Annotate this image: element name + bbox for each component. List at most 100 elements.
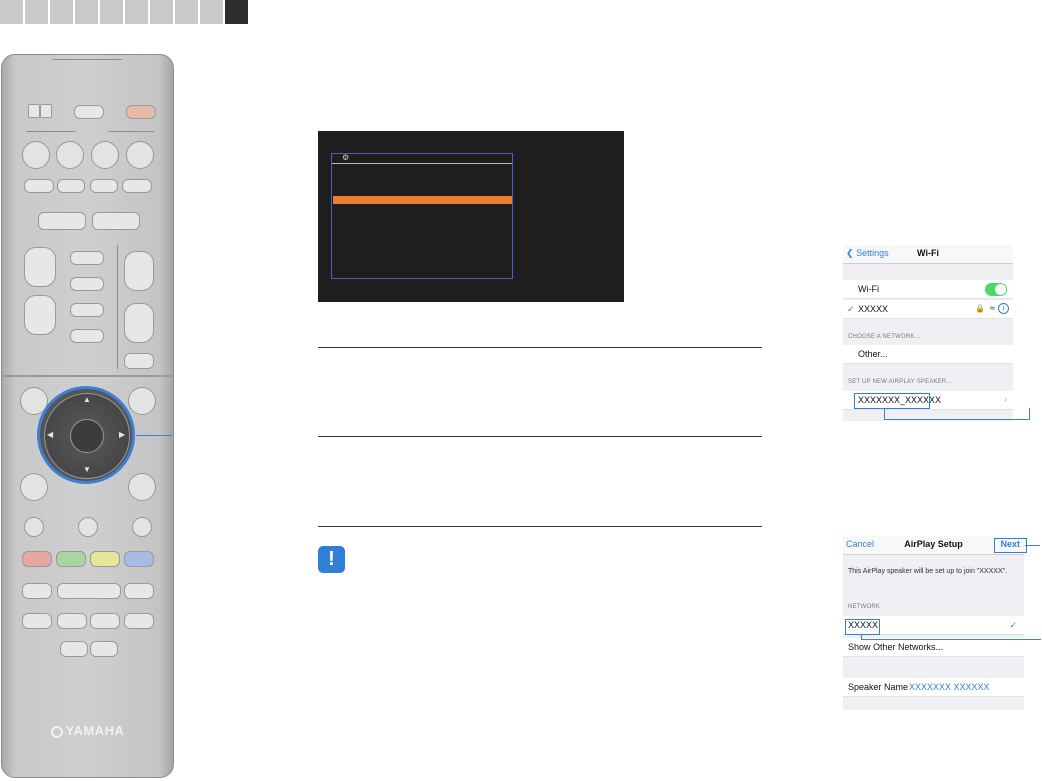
tv-screen: ⚙ xyxy=(318,131,624,302)
right-arrow-button[interactable] xyxy=(92,212,140,230)
play-button[interactable] xyxy=(57,583,121,599)
choose-network-header: CHOOSE A NETWORK... xyxy=(848,334,921,340)
lock-icon: 🔒 xyxy=(975,304,985,313)
info-icon[interactable]: i xyxy=(998,303,1009,314)
chapter-tab xyxy=(200,0,223,24)
step-separator xyxy=(318,347,762,348)
rewind-button[interactable] xyxy=(22,613,52,629)
input-button[interactable] xyxy=(126,141,154,169)
other-network-row[interactable]: Other... xyxy=(843,345,1013,364)
remote-label-line xyxy=(108,131,154,132)
mode-button[interactable] xyxy=(70,329,104,343)
skip-forward-button[interactable] xyxy=(124,583,154,599)
remote-section-divider xyxy=(2,375,173,377)
callout-line xyxy=(861,639,1041,640)
mute-button[interactable] xyxy=(124,353,154,369)
speaker-name-label: Speaker Name xyxy=(848,682,909,692)
page-next-button[interactable] xyxy=(90,641,118,657)
pause-button[interactable] xyxy=(90,613,120,629)
show-other-networks-row[interactable]: Show Other Networks... xyxy=(843,638,1024,657)
checkmark-icon: ✓ xyxy=(847,304,855,314)
skip-back-button[interactable] xyxy=(22,583,52,599)
channel-up-button[interactable] xyxy=(24,247,56,287)
chapter-tab xyxy=(125,0,148,24)
enter-button[interactable] xyxy=(70,419,104,453)
chapter-tab xyxy=(150,0,173,24)
chevron-right-icon: › xyxy=(1004,394,1007,404)
left-arrow-button[interactable] xyxy=(38,212,86,230)
blue-button[interactable] xyxy=(124,551,154,567)
checkmark-icon: ✓ xyxy=(1009,620,1017,630)
chapter-tab xyxy=(0,0,23,24)
input-button[interactable] xyxy=(91,141,119,169)
remote-label-line xyxy=(26,131,76,132)
wifi-toggle-row: Wi-Fi xyxy=(843,280,1013,299)
wifi-toggle[interactable] xyxy=(985,283,1007,296)
cursor-right-icon[interactable]: ▶ xyxy=(119,431,125,439)
remote-switch[interactable] xyxy=(40,104,52,118)
callout-line xyxy=(884,419,1030,420)
input-button[interactable] xyxy=(56,141,84,169)
callout-line xyxy=(136,435,172,436)
brand-name: YAMAHA xyxy=(65,723,125,738)
function-button[interactable] xyxy=(24,517,44,537)
cursor-up-icon[interactable]: ▲ xyxy=(83,396,91,404)
function-button[interactable] xyxy=(132,517,152,537)
page-prev-button[interactable] xyxy=(60,641,88,657)
mode-button[interactable] xyxy=(70,251,104,265)
yellow-button[interactable] xyxy=(90,551,120,567)
chapter-tab-active xyxy=(225,0,248,24)
scene-button[interactable] xyxy=(122,179,152,193)
chapter-tab xyxy=(25,0,48,24)
chapter-tab xyxy=(175,0,198,24)
wifi-navbar: ❮ Settings Wi-Fi xyxy=(843,245,1013,264)
mode-button[interactable] xyxy=(70,277,104,291)
return-button[interactable] xyxy=(20,473,48,501)
network-icon: ⚙ xyxy=(342,153,350,162)
display-button[interactable] xyxy=(128,473,156,501)
wifi-signal-icon: ≈ xyxy=(990,303,995,313)
power-button[interactable] xyxy=(126,105,156,119)
option-button[interactable] xyxy=(128,387,156,415)
scene-button[interactable] xyxy=(57,179,85,193)
fast-forward-button[interactable] xyxy=(124,613,154,629)
connected-network-row[interactable]: ✓ XXXXX 🔒 ≈ i xyxy=(843,300,1013,319)
network-highlight xyxy=(845,619,880,635)
speaker-name-value[interactable]: XXXXXXX XXXXXX xyxy=(909,682,990,692)
chapter-tab xyxy=(50,0,73,24)
step-separator xyxy=(318,436,762,437)
menu-selected-row[interactable] xyxy=(333,196,512,204)
channel-down-button[interactable] xyxy=(24,295,56,335)
wifi-label: Wi-Fi xyxy=(858,284,879,294)
connected-network-name: XXXXX xyxy=(858,304,889,314)
volume-up-button[interactable] xyxy=(124,251,154,291)
chapter-tabs xyxy=(0,0,250,24)
chapter-tab xyxy=(100,0,123,24)
network-section-header: NETWORK xyxy=(848,604,881,610)
menu-header: ⚙ xyxy=(332,154,512,164)
mode-button[interactable] xyxy=(70,303,104,317)
input-button[interactable] xyxy=(22,141,50,169)
green-button[interactable] xyxy=(56,551,86,567)
yamaha-tuning-fork-icon xyxy=(50,726,63,738)
chapter-tab xyxy=(75,0,98,24)
show-other-networks-label: Show Other Networks... xyxy=(848,642,944,652)
scene-button[interactable] xyxy=(24,179,54,193)
callout-line xyxy=(1029,408,1030,420)
cursor-left-icon[interactable]: ◀ xyxy=(47,431,53,439)
scene-button[interactable] xyxy=(90,179,118,193)
stop-button[interactable] xyxy=(57,613,87,629)
red-button[interactable] xyxy=(22,551,52,567)
volume-down-button[interactable] xyxy=(124,303,154,343)
airplay-section-header: SET UP NEW AIRPLAY SPEAKER... xyxy=(848,379,953,385)
screen-title: Wi-Fi xyxy=(917,248,939,258)
airplay-message: This AirPlay speaker will be set up to j… xyxy=(848,568,1008,575)
cursor-down-icon[interactable]: ▼ xyxy=(83,466,91,474)
speaker-name-row[interactable]: Speaker Name XXXXXXX XXXXXX xyxy=(843,678,1024,697)
yamaha-logo: YAMAHA xyxy=(2,723,173,738)
step-separator xyxy=(318,526,762,527)
callout-line xyxy=(1025,545,1040,546)
function-button[interactable] xyxy=(78,517,98,537)
remote-switch[interactable] xyxy=(28,104,40,118)
remote-source-button[interactable] xyxy=(74,105,104,119)
